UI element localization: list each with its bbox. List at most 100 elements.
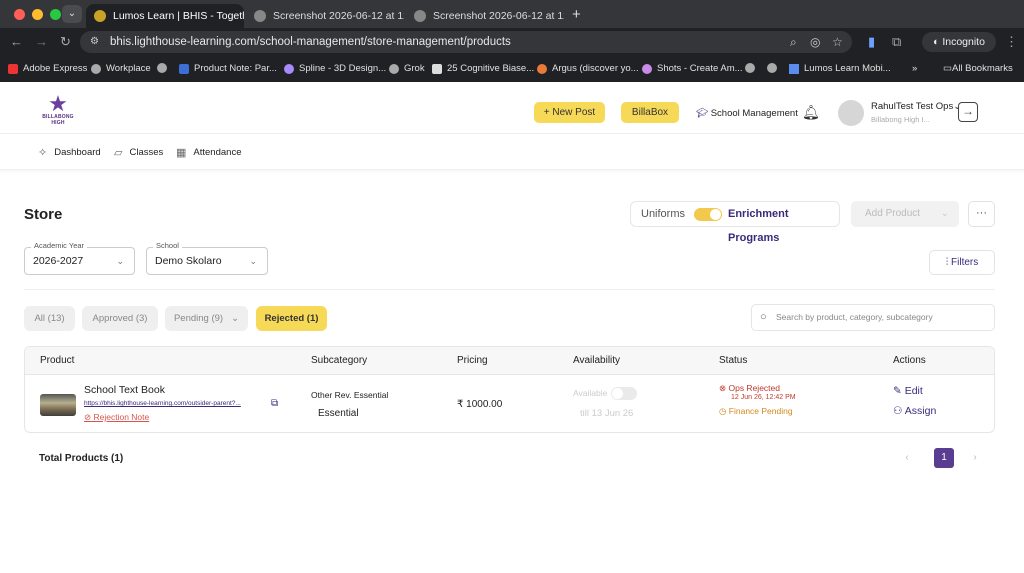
all-bookmarks[interactable]: ▭ All Bookmarks	[943, 63, 1013, 74]
chip-pending[interactable]: Pending (9) ⌄	[165, 306, 248, 331]
status-text: Ops Rejected	[728, 383, 780, 393]
bookmark-item[interactable]: 25 Cognitive Biase...	[432, 63, 534, 74]
assign-button[interactable]: ⚇ Assign	[893, 405, 936, 417]
user-icon: ⚇	[893, 405, 905, 417]
bookmark-item[interactable]: Spline - 3D Design...	[284, 63, 386, 74]
globe-icon	[767, 63, 777, 73]
bell-icon[interactable]: 🔔︎	[802, 104, 820, 121]
user-name-text: RahulTest Test Ops	[871, 101, 954, 112]
edit-icon: ✎	[893, 385, 905, 397]
bookmark-item[interactable]	[767, 63, 782, 73]
edit-button[interactable]: ✎ Edit	[893, 385, 923, 397]
bookmark-item[interactable]: Shots - Create Am...	[642, 63, 743, 74]
main-nav: ✧ Dashboard ▱ Classes ▦ Attendance	[0, 134, 1024, 170]
tab-search-icon[interactable]: ⌄	[62, 5, 82, 23]
browser-chrome: ⌄ Lumos Learn | BHIS - Togeth✕ Screensho…	[0, 0, 1024, 82]
store-type-toggle[interactable]: Uniforms Enrichment Programs	[630, 201, 840, 244]
zoom-icon[interactable]: ⌕	[790, 31, 797, 53]
rejection-note-link[interactable]: ⊘ Rejection Note	[84, 412, 149, 423]
bookmark-label: Product Note: Par...	[194, 63, 277, 74]
lumos-favicon-icon	[94, 10, 106, 22]
site-info-icon[interactable]: ⚙	[90, 31, 99, 53]
url-bar[interactable]: ⚙ bhis.lighthouse-learning.com/school-ma…	[80, 31, 852, 53]
app-header: ★ BILLABONG HIGH + New Post BillaBox 🎓︎ …	[0, 82, 1024, 134]
avatar[interactable]	[838, 100, 864, 126]
nav-item-classes[interactable]: ▱ Classes	[114, 146, 163, 159]
prev-page-icon[interactable]: ‹	[901, 448, 913, 468]
product-link[interactable]: https://bhis.lighthouse-learning.com/out…	[84, 400, 269, 407]
school-management-link[interactable]: 🎓︎ School Management	[696, 108, 798, 119]
bookmarks-overflow-icon[interactable]: »	[912, 63, 917, 74]
bookmark-item[interactable]: Grok	[389, 63, 425, 74]
nav-item-dashboard[interactable]: ✧ Dashboard	[38, 146, 101, 159]
more-options-button[interactable]: ···	[968, 201, 995, 227]
bookmark-item[interactable]: Workplace	[91, 63, 151, 74]
new-post-button[interactable]: + New Post	[534, 102, 605, 123]
bookmark-item[interactable]	[745, 63, 760, 73]
price: ₹ 1000.00	[457, 399, 503, 410]
new-tab-icon[interactable]: +	[572, 6, 581, 23]
page-1-button[interactable]: 1	[934, 448, 954, 468]
academic-year-label: Academic Year	[31, 241, 88, 251]
search-icon: ○	[760, 311, 767, 323]
column-header: Pricing	[457, 355, 488, 366]
eye-off-icon[interactable]: ◎	[810, 31, 820, 53]
filters-label: Filters	[951, 257, 979, 268]
school-value: Demo Skolaro	[155, 255, 222, 267]
bookmark-item[interactable]: Argus (discover yo...	[537, 63, 639, 74]
billabox-button[interactable]: BillaBox	[621, 102, 679, 123]
next-page-icon[interactable]: ›	[969, 448, 981, 468]
nav-item-attendance[interactable]: ▦ Attendance	[176, 146, 241, 159]
tab-lumos[interactable]: Lumos Learn | BHIS - Togeth✕	[86, 4, 244, 28]
product-name: School Text Book	[84, 384, 165, 396]
status-date: 12 Jun 26, 12:42 PM	[731, 394, 796, 401]
extensions-puzzle-icon[interactable]: ⧉	[892, 34, 901, 50]
forward-icon[interactable]: →	[35, 34, 48, 49]
availability-toggle[interactable]	[611, 387, 637, 400]
product-thumbnail	[40, 394, 76, 416]
search-input[interactable]: ○ Search by product, category, subcategor…	[751, 304, 995, 331]
grok-icon	[389, 63, 399, 74]
incognito-icon: ◐	[933, 36, 943, 48]
adobe-icon	[8, 63, 18, 74]
back-icon[interactable]: ←	[10, 34, 23, 49]
incognito-badge[interactable]: ◐ Incognito	[922, 32, 996, 52]
maximize-window-button[interactable]	[50, 9, 61, 20]
chip-rejected[interactable]: Rejected (1)	[256, 306, 327, 331]
tab-screenshot-2[interactable]: Screenshot 2026-06-12 at 12✕	[406, 4, 564, 28]
logout-icon[interactable]: →	[958, 102, 978, 122]
academic-year-select[interactable]: Academic Year 2026-2027 ⌄	[24, 241, 135, 275]
column-header: Product	[40, 355, 75, 366]
bookmark-star-icon[interactable]: ☆	[832, 31, 843, 53]
bookmark-label: Argus (discover yo...	[552, 63, 639, 74]
reload-icon[interactable]: ↻	[60, 34, 71, 50]
school-logo[interactable]: ★ BILLABONG HIGH	[37, 93, 79, 127]
tab-screenshot-1[interactable]: Screenshot 2026-06-12 at 12✕	[246, 4, 404, 28]
minimize-window-button[interactable]	[32, 9, 43, 20]
filters-button[interactable]: ⫶ Filters	[929, 250, 995, 275]
chip-approved[interactable]: Approved (3)	[82, 306, 158, 331]
subcategory-tag: Essential	[318, 408, 359, 419]
globe-icon	[745, 63, 755, 73]
bookmark-item[interactable]: Product Note: Par...	[179, 63, 277, 74]
toggle-right-label: Enrichment Programs	[728, 208, 789, 244]
lumos-icon	[789, 63, 799, 74]
products-table: Product Subcategory Pricing Availability…	[24, 346, 995, 433]
browser-menu-icon[interactable]: ⋮	[1005, 34, 1018, 50]
toggle-switch[interactable]	[694, 208, 722, 221]
add-product-button[interactable]: Add Product ⌄	[851, 201, 959, 227]
globe-icon	[254, 10, 266, 22]
bookmark-label: Spline - 3D Design...	[299, 63, 387, 74]
chip-all[interactable]: All (13)	[24, 306, 75, 331]
spline-icon	[284, 63, 294, 74]
all-bookmarks-label: All Bookmarks	[951, 63, 1013, 74]
school-select[interactable]: School Demo Skolaro ⌄	[146, 241, 268, 275]
bookmark-item[interactable]: Lumos Learn Mobi...	[789, 63, 891, 74]
bookmark-item[interactable]: Adobe Express	[8, 63, 87, 74]
user-name[interactable]: RahulTest Test Ops⌄	[871, 101, 961, 112]
close-window-button[interactable]	[14, 9, 25, 20]
extension-icon[interactable]: ▮	[868, 34, 875, 50]
bookmark-item[interactable]	[157, 63, 172, 73]
copy-icon[interactable]: ⧉	[271, 398, 278, 409]
availability-till: till 13 Jun 26	[580, 408, 634, 419]
